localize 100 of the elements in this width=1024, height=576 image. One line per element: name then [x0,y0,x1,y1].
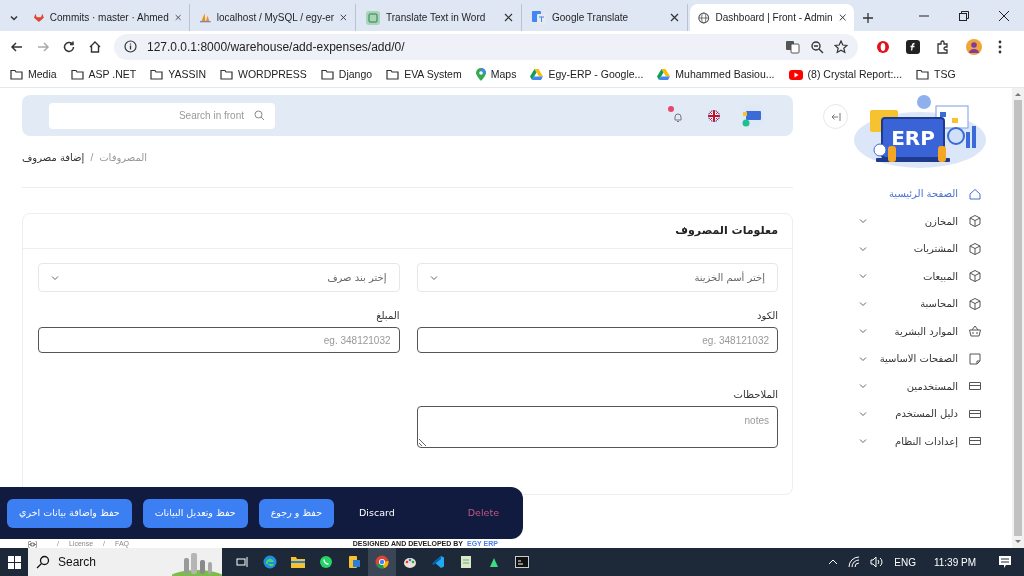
nav-item[interactable]: إعدادات النظام [815,427,1012,455]
close-tab-icon[interactable] [670,13,679,22]
nav-item[interactable]: الصفحة الرئيسية [815,180,1012,208]
cube-icon [968,269,982,284]
back-icon[interactable] [10,39,24,54]
bookmark-label: WORDPRESS [238,66,307,82]
bookmark-label: TSG [934,66,956,82]
nav-label: المخازن [924,214,958,229]
windows-start-icon[interactable] [7,555,21,569]
profile-avatar-icon[interactable] [966,38,982,55]
bookmark[interactable]: YASSIN [150,63,206,86]
url-text: 127.0.0.1:8000/warehouse/add-expenses/add/0/ [147,38,406,56]
volume-icon[interactable] [870,556,885,568]
input-field[interactable]: eg. 348121032 [38,327,400,353]
select-field[interactable]: إختر أسم الخزينة [416,263,778,292]
bookmark-label: (8) Crystal Report:... [807,66,903,82]
address-bar[interactable]: 127.0.0.1:8000/warehouse/add-expenses/add/0/ [114,33,858,60]
bookmark[interactable]: WORDPRESS [220,63,307,86]
close-tab-icon[interactable] [838,13,846,22]
taskbar-search-field[interactable]: Search [28,548,222,576]
bookmark[interactable]: Maps [475,63,517,86]
delete-button[interactable]: Delete [465,498,501,528]
flag-icon[interactable] [708,109,720,122]
show-hidden-icons-icon[interactable] [828,558,839,566]
discard-button[interactable]: Discard [345,498,409,528]
search-icon [36,555,50,569]
close-icon[interactable] [998,9,1010,22]
tab-title: Commits · master · Ahmed [49,11,169,25]
reload-icon[interactable] [62,39,76,54]
nav-item[interactable]: المشتريات [815,235,1012,263]
translate-icon[interactable] [785,39,800,54]
nav-item[interactable]: الصفحات الاساسية [815,345,1012,373]
nav-item[interactable]: الموارد البشرية [815,317,1012,345]
nav-item[interactable]: دليل المستخدم [815,400,1012,428]
wifi-icon[interactable] [848,556,861,568]
folder-icon [70,69,84,80]
notes-field[interactable]: notes [416,406,778,448]
terminal-icon[interactable] [515,556,529,568]
chrome-icon[interactable] [375,555,389,569]
bookmark-label: Media [28,66,57,82]
home-icon[interactable] [88,39,102,54]
bookmark[interactable]: EVA System [386,63,462,86]
nav-item[interactable]: المستخدمين [815,372,1012,400]
new-tab-icon[interactable] [862,11,874,24]
tab-title: Translate Text in Word [386,11,487,25]
input-field[interactable]: eg. 348121032 [416,327,778,353]
file-explorer-icon[interactable] [291,556,305,568]
nav-label: إعدادات النظام [895,434,958,449]
drive-icon [657,69,671,80]
edge-icon[interactable] [263,555,277,569]
search-icon [254,110,265,121]
opera-icon[interactable] [876,39,890,54]
field-label: الكود [756,309,778,323]
cube-icon [968,214,982,229]
select-field[interactable]: إختر بند صرف [38,263,400,292]
translate-favicon-icon [532,10,546,25]
tab-title: Dashboard | Front - Admin [715,11,833,25]
vscode-icon[interactable] [431,555,445,569]
restore-icon[interactable] [958,9,970,22]
script-extension-icon[interactable] [906,39,920,54]
close-tab-icon[interactable] [340,13,347,22]
save-button[interactable]: حفظ وتعديل البيانات [142,498,248,528]
bookmark[interactable]: Muhammed Basiou... [657,63,775,86]
bookmark[interactable]: ASP .NET [70,63,137,86]
nav-label: المبيعات [923,269,958,284]
select-placeholder: إختر أسم الخزينة [694,270,765,285]
bookmark-label: EVA System [404,66,462,82]
notepad-icon[interactable] [460,555,472,569]
app-icon[interactable] [347,555,361,569]
save-button[interactable]: حفظ واضافة بيانات اخري [7,498,132,528]
breadcrumb-separator: / [90,151,94,165]
drive-icon [530,69,544,80]
clock-text[interactable]: 11:39 PM [933,554,976,570]
nav-item[interactable]: المخازن [815,207,1012,235]
bookmark-label: Muhammed Basiou... [675,66,775,82]
globe-favicon-icon [698,10,710,25]
extensions-icon[interactable] [936,39,950,54]
bookmark[interactable]: Django [320,63,373,86]
bookmark[interactable]: Egy-ERP - Google... [530,63,644,86]
whatsapp-icon[interactable] [319,555,333,569]
nav-item[interactable]: المبيعات [815,262,1012,290]
menu-icon[interactable] [998,39,1002,54]
bookmark[interactable]: (8) Crystal Report:... [788,63,903,86]
nav-item[interactable]: المحاسبة [815,290,1012,318]
bookmark[interactable]: TSG [916,63,956,86]
save-button[interactable]: حفظ و رجوع [258,498,335,528]
notifications-icon[interactable] [998,555,1012,569]
star-icon[interactable] [834,39,848,54]
scrollbar-thumb[interactable] [1014,100,1022,536]
task-view-icon[interactable] [236,556,248,568]
browser-tab[interactable]: Dashboard | Front - Admin [690,4,854,31]
language-indicator[interactable]: ENG [894,554,916,570]
bookmark[interactable]: Media [10,63,57,86]
folder-icon [916,69,930,80]
zoom-icon[interactable] [810,39,824,54]
nav-label: الصفحات الاساسية [879,352,958,367]
nav-label: دليل المستخدم [895,407,958,422]
bookmark-label: Django [338,66,373,82]
paint-icon[interactable] [403,555,417,569]
close-tab-icon[interactable] [504,13,513,22]
